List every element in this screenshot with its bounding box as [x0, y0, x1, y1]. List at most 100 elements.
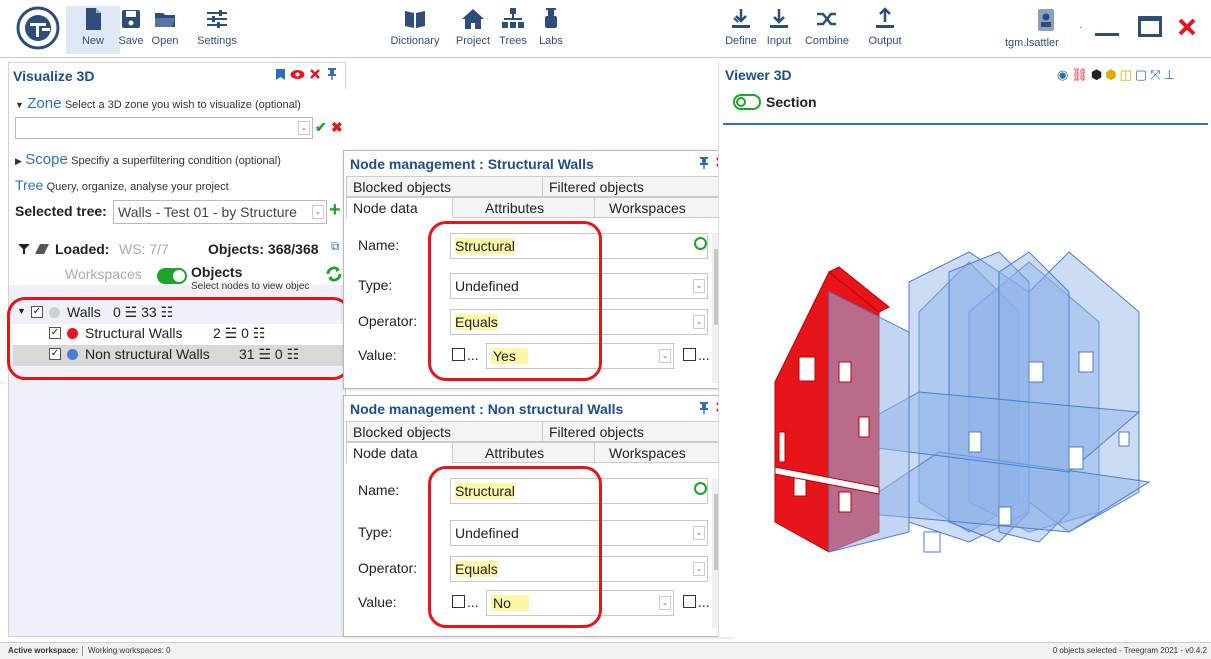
minimize-icon[interactable]	[1095, 33, 1119, 36]
eraser-icon[interactable]	[35, 243, 50, 255]
filter-icon[interactable]	[17, 243, 31, 255]
dictionary-button[interactable]: Dictionary	[384, 6, 446, 54]
tab-node-data[interactable]: Node data	[347, 198, 453, 218]
ok-circle-icon[interactable]	[694, 482, 707, 495]
value-checkbox-2[interactable]	[683, 348, 696, 361]
name-label: Name:	[358, 482, 400, 498]
pin-icon[interactable]: ⊥	[1164, 67, 1175, 83]
maximize-icon[interactable]	[1138, 16, 1162, 37]
confirm-check-icon[interactable]: ✔	[315, 119, 327, 136]
tab-attributes[interactable]: Attributes	[453, 198, 595, 218]
tabs-row-bottom: Node data Attributes Workspaces	[346, 442, 732, 463]
selected-tree-select[interactable]: Walls - Test 01 - by Structure ⌄	[113, 200, 327, 224]
viewer-3d-panel: Viewer 3D ◉ ⛓ ⬢ ⬢ ◫ ▢ ⤧ ⊥ Section	[718, 62, 1211, 637]
chevron-down-icon: ⌄	[298, 121, 310, 135]
zone-label: Zone	[27, 95, 62, 112]
user-dropdown-icon[interactable]: ·	[1079, 22, 1082, 33]
value-label: Value:	[358, 594, 397, 610]
user-name[interactable]: tgm.lsattler	[1005, 37, 1059, 49]
open-button[interactable]: Open	[138, 6, 192, 54]
open-label: Open	[151, 35, 179, 47]
user-icon[interactable]	[1037, 8, 1055, 32]
pin-icon[interactable]	[327, 67, 337, 80]
collapse-arrow-icon: ▶	[15, 156, 22, 166]
pin-icon[interactable]	[699, 156, 709, 169]
define-icon	[732, 9, 750, 28]
selected-tree-label: Selected tree:	[15, 203, 107, 219]
status-right-text: 0 objects selected - Treegram 2021 - v0.…	[1052, 646, 1207, 655]
tab-workspaces[interactable]: Workspaces	[595, 443, 733, 463]
visualize-header: Visualize 3D	[9, 63, 345, 89]
cancel-x-icon[interactable]: ✖	[331, 119, 343, 136]
scope-section[interactable]: ▶ Scope Specifiy a superfiltering condit…	[15, 151, 281, 168]
cube-icon[interactable]: ⬢	[1091, 67, 1102, 83]
tab-filtered-objects[interactable]: Filtered objects	[543, 422, 733, 442]
settings-sliders-icon	[207, 10, 227, 28]
combine-button[interactable]: Combine	[800, 6, 854, 54]
ellipsis-text-2: ...	[698, 347, 710, 363]
visualize-title: Visualize 3D	[13, 68, 95, 84]
bookmark-icon[interactable]	[275, 68, 286, 81]
eye-icon[interactable]: ◉	[1057, 67, 1068, 83]
workspaces-objects-toggle[interactable]	[157, 268, 187, 284]
tabs-row-top: Blocked objects Filtered objects	[346, 176, 732, 197]
tab-node-data[interactable]: Node data	[347, 443, 453, 463]
zone-section[interactable]: ▼ Zone Select a 3D zone you wish to visu…	[15, 95, 301, 112]
new-label: New	[81, 35, 104, 47]
selected-tree-value: Walls - Test 01 - by Structure	[118, 204, 297, 220]
section-toggle[interactable]	[733, 94, 761, 110]
unlink-icon[interactable]: ⛓	[1071, 67, 1088, 83]
split-view-icon[interactable]: ◫	[1120, 67, 1132, 83]
zone-description: Select a 3D zone you wish to visualize (…	[64, 99, 301, 111]
value-checkbox-2[interactable]	[683, 595, 696, 608]
tab-attributes[interactable]: Attributes	[453, 443, 595, 463]
ok-circle-icon[interactable]	[694, 237, 707, 250]
expand-icon[interactable]: ⤧	[1150, 67, 1160, 83]
close-icon[interactable]	[1178, 18, 1196, 36]
viewer-title: Viewer 3D	[725, 67, 792, 83]
box-icon[interactable]: ⬢	[1105, 67, 1116, 83]
tree-section: Tree Query, organize, analyse your proje…	[15, 177, 229, 193]
refresh-icon[interactable]	[325, 265, 343, 283]
tab-label: Filtered objects	[549, 179, 644, 195]
visualize-3d-panel: Visualize 3D ▼ Zone Select a 3D zone you…	[7, 62, 351, 637]
building-3d-model[interactable]	[769, 232, 1169, 582]
input-label: Input	[766, 35, 792, 47]
tab-label: Filtered objects	[549, 424, 644, 440]
tab-filtered-objects[interactable]: Filtered objects	[543, 177, 733, 197]
tab-blocked-objects[interactable]: Blocked objects	[347, 177, 543, 197]
loaded-label: Loaded:	[55, 241, 110, 257]
eye-icon[interactable]	[290, 69, 305, 80]
settings-button[interactable]: Settings	[190, 6, 244, 54]
app-window: New Save Open Settings Dictionary Projec…	[0, 0, 1211, 659]
tab-blocked-objects[interactable]: Blocked objects	[347, 422, 543, 442]
objects-toggle-label: Objects	[191, 264, 243, 280]
close-panel-icon[interactable]	[310, 69, 320, 79]
tab-label: Node data	[353, 200, 418, 216]
operator-label: Operator:	[358, 313, 418, 329]
tab-label: Attributes	[485, 445, 545, 461]
add-plus-icon[interactable]: +	[329, 200, 341, 220]
zone-select[interactable]: ⌄	[15, 117, 313, 139]
frame-icon[interactable]: ▢	[1135, 67, 1147, 83]
tab-workspaces[interactable]: Workspaces	[595, 198, 733, 218]
working-workspaces-label: Working workspaces: 0	[88, 646, 171, 655]
input-button[interactable]: Input	[752, 6, 806, 54]
input-icon	[770, 9, 788, 28]
node-panel-title: Node management : Structural Walls	[350, 156, 594, 172]
viewer-toolbar: ◉ ⛓ ⬢ ⬢ ◫ ▢ ⤧ ⊥	[1057, 67, 1175, 83]
copy-icon[interactable]: ⧉	[331, 239, 340, 254]
type-label: Type:	[358, 277, 393, 293]
tab-label: Workspaces	[609, 200, 686, 216]
type-label: Type:	[358, 524, 393, 540]
pin-icon[interactable]	[699, 401, 709, 414]
chevron-down-icon: ⌄	[693, 315, 705, 329]
objects-count: Objects: 368/368	[208, 241, 319, 257]
output-button[interactable]: Output	[858, 6, 912, 54]
value-label: Value:	[358, 347, 397, 363]
tab-label: Workspaces	[609, 445, 686, 461]
labs-button[interactable]: Labs	[524, 6, 578, 54]
objects-toggle-description: Select nodes to view objec	[191, 281, 310, 292]
dictionary-label: Dictionary	[390, 35, 440, 47]
highlight-annotation	[7, 297, 351, 380]
